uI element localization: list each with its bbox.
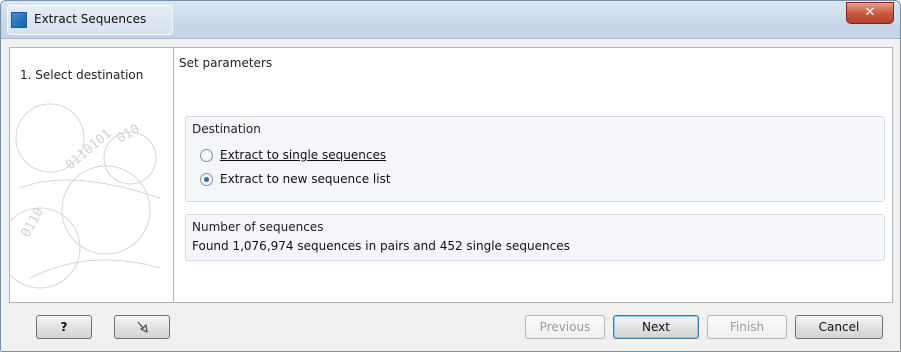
- option-list-label: Extract to new sequence list: [220, 172, 391, 186]
- reset-button[interactable]: [114, 315, 170, 339]
- sidebar-decoration-image: 0110101 0110 010: [10, 103, 161, 289]
- help-icon: ?: [60, 320, 68, 334]
- next-button[interactable]: Next: [613, 315, 699, 339]
- close-button[interactable]: ✕: [846, 2, 894, 24]
- radio-sequence-list[interactable]: [200, 172, 213, 186]
- dialog-footer: ? Previous Next Finish Cancel: [1, 305, 900, 351]
- wizard-sidebar: 1. Select destination 0110101 0110 010: [10, 48, 174, 302]
- help-button[interactable]: ?: [36, 315, 92, 339]
- option-single-sequences[interactable]: Extract to single sequences: [200, 147, 386, 163]
- svg-text:010: 010: [115, 122, 143, 147]
- number-of-sequences-group: Number of sequences Found 1,076,974 sequ…: [185, 214, 885, 261]
- close-icon: ✕: [864, 5, 876, 20]
- option-sequence-list[interactable]: Extract to new sequence list: [200, 171, 391, 187]
- page-heading: Set parameters: [179, 56, 273, 70]
- dialog-window: Extract Sequences ✕ 1. Select destinatio…: [0, 0, 901, 352]
- wizard-content: 1. Select destination 0110101 0110 010 S…: [9, 47, 893, 303]
- finish-button[interactable]: Finish: [707, 315, 787, 339]
- window-title: Extract Sequences: [34, 12, 147, 26]
- destination-group: Destination Extract to single sequences …: [185, 116, 885, 202]
- destination-title: Destination: [192, 122, 261, 136]
- app-icon: [11, 12, 27, 28]
- svg-text:0110: 0110: [18, 205, 47, 240]
- cancel-button[interactable]: Cancel: [795, 315, 883, 339]
- previous-button[interactable]: Previous: [525, 315, 605, 339]
- wizard-main: Set parameters Destination Extract to si…: [175, 48, 892, 302]
- number-of-sequences-title: Number of sequences: [192, 220, 324, 234]
- radio-single-sequences[interactable]: [200, 148, 213, 162]
- title-bar[interactable]: Extract Sequences ✕: [1, 1, 900, 39]
- reset-icon: [137, 321, 148, 333]
- sequence-count-text: Found 1,076,974 sequences in pairs and 4…: [192, 239, 570, 253]
- option-single-label: Extract to single sequences: [220, 148, 387, 162]
